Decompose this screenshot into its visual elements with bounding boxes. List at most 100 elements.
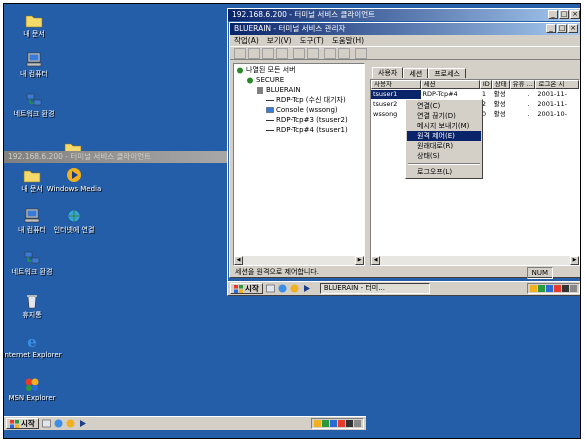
- col-logon[interactable]: 로그온 시: [535, 80, 579, 89]
- listview-hscrollbar[interactable]: ◀ ▶: [371, 256, 579, 265]
- server-icon: [257, 86, 263, 94]
- tray-icon[interactable]: [338, 420, 345, 427]
- scroll-left-button[interactable]: ◀: [234, 256, 243, 265]
- toolbar-button[interactable]: [338, 48, 350, 59]
- desktop-icon-my-documents[interactable]: 내 문서: [4, 12, 64, 38]
- toolbar-button[interactable]: [248, 48, 260, 59]
- scroll-right-button[interactable]: ▶: [570, 256, 579, 265]
- minimize-button[interactable]: _: [546, 24, 556, 33]
- start-button[interactable]: 시작: [6, 418, 39, 429]
- close-button[interactable]: ×: [570, 10, 580, 19]
- desktop-icon-msn-explorer[interactable]: MSN Explorer: [4, 376, 62, 402]
- tray-icon[interactable]: [570, 285, 577, 292]
- internet-explorer-icon[interactable]: [54, 419, 63, 428]
- desktop-icon-windows-media[interactable]: Windows Media: [44, 167, 104, 193]
- outlook-icon[interactable]: [290, 284, 299, 293]
- desktop-icon-recycle-bin[interactable]: 휴지통: [4, 293, 62, 319]
- tree-hscrollbar[interactable]: ◀ ▶: [234, 256, 364, 265]
- col-idle[interactable]: 유휴 ...: [509, 80, 536, 89]
- desktop-icon-connect-internet[interactable]: 인터넷에 연결: [44, 208, 104, 234]
- scroll-right-button[interactable]: ▶: [355, 256, 364, 265]
- tab-users[interactable]: 사용자: [372, 67, 404, 78]
- menu-tools[interactable]: 도구(T): [300, 35, 324, 46]
- menu-help[interactable]: 도움말(H): [332, 35, 364, 46]
- table-row[interactable]: tsuser1 RDP-Tcp#4 1 활성 . 2001-11-: [371, 90, 579, 99]
- start-button[interactable]: 시작: [230, 283, 263, 294]
- cell-state: 활성: [493, 110, 506, 118]
- menu-item-send-message[interactable]: 메시지 보내기(M): [407, 121, 481, 131]
- rdp-back-titlebar[interactable]: 192.168.6.200 - 터미널 서비스 클라이언트 _ □ ×: [228, 9, 580, 21]
- media-player-icon[interactable]: [78, 419, 87, 428]
- col-state[interactable]: 상태: [491, 80, 510, 89]
- menu-item-remote-control[interactable]: 원격 제어(E): [407, 131, 481, 141]
- msn-butterfly-icon: [25, 378, 39, 391]
- tree-node-bluerain[interactable]: BLUERAIN: [256, 85, 301, 95]
- maximize-button[interactable]: □: [557, 24, 567, 33]
- internet-explorer-icon: e: [27, 333, 37, 349]
- toolbar-button[interactable]: [307, 48, 319, 59]
- icon-label: 내 컴퓨터: [20, 70, 48, 78]
- internet-explorer-icon[interactable]: [278, 284, 287, 293]
- show-desktop-icon[interactable]: [42, 419, 51, 428]
- tsm-titlebar[interactable]: BLUERAIN - 터미널 서비스 관리자 _ □ ×: [230, 23, 580, 35]
- tree-node-rdp-listener[interactable]: RDP-Tcp (수신 대기자): [266, 95, 346, 105]
- tree-node-all-servers[interactable]: 나열된 모든 서버: [236, 65, 296, 75]
- toolbar-button[interactable]: [355, 48, 367, 59]
- menu-item-status[interactable]: 상태(S): [407, 151, 481, 161]
- connection-icon: [266, 99, 274, 101]
- outlook-icon[interactable]: [66, 419, 75, 428]
- close-button[interactable]: ×: [568, 24, 578, 33]
- tray-icon[interactable]: [314, 420, 321, 427]
- tab-sessions[interactable]: 세션: [403, 68, 429, 78]
- start-label: 시작: [21, 419, 35, 428]
- tray-icon[interactable]: [546, 285, 553, 292]
- tray-icon[interactable]: [554, 285, 561, 292]
- icon-label: 휴지통: [22, 311, 42, 319]
- taskbar-task-button[interactable]: BLUERAIN - 터미...: [319, 283, 430, 294]
- menu-item-disconnect[interactable]: 연결 끊기(D): [407, 111, 481, 121]
- tree-node-console[interactable]: Console (wssong): [266, 105, 338, 115]
- col-id[interactable]: ID: [479, 80, 492, 89]
- menu-action[interactable]: 작업(A): [234, 35, 259, 46]
- tray-icon[interactable]: [530, 285, 537, 292]
- menu-item-connect[interactable]: 연결(C): [407, 101, 481, 111]
- desktop-icon-network[interactable]: 네트워크 환경: [4, 92, 64, 118]
- system-tray: [311, 418, 364, 429]
- computer-icon: [26, 52, 42, 67]
- tray-icon[interactable]: [322, 420, 329, 427]
- tray-icon[interactable]: [562, 285, 569, 292]
- toolbar-button[interactable]: [262, 48, 274, 59]
- desktop-icon-internet-explorer[interactable]: e Internet Explorer: [4, 333, 62, 359]
- tree-node-rdp4[interactable]: RDP-Tcp#4 (tsuser1): [266, 125, 348, 135]
- menu-view[interactable]: 보기(V): [267, 35, 292, 46]
- desktop-icon-network-2[interactable]: 네트워크 환경: [4, 250, 62, 276]
- toolbar-button[interactable]: [276, 48, 288, 59]
- windows-logo-icon: [10, 419, 19, 428]
- toolbar-button[interactable]: [234, 48, 246, 59]
- tray-icon[interactable]: [330, 420, 337, 427]
- cell-logon: 2001-11-: [537, 90, 567, 98]
- menu-item-logoff[interactable]: 로그오프(L): [407, 167, 481, 177]
- scroll-left-button[interactable]: ◀: [371, 256, 380, 265]
- tray-icon[interactable]: [538, 285, 545, 292]
- minimize-button[interactable]: _: [548, 10, 558, 19]
- globe-icon: [237, 67, 243, 73]
- toolbar-button[interactable]: [324, 48, 336, 59]
- media-player-icon[interactable]: [302, 284, 311, 293]
- icon-label: MSN Explorer: [8, 394, 56, 402]
- console-icon: [266, 106, 274, 113]
- tray-icon[interactable]: [354, 420, 361, 427]
- maximize-button[interactable]: □: [559, 10, 569, 19]
- menu-item-reset[interactable]: 원래대로(R): [407, 141, 481, 151]
- desktop-icon-my-computer[interactable]: 내 컴퓨터: [4, 52, 64, 78]
- show-desktop-icon[interactable]: [266, 284, 275, 293]
- menu-separator: [408, 163, 480, 165]
- toolbar-button[interactable]: [293, 48, 305, 59]
- tree-node-rdp3[interactable]: RDP-Tcp#3 (tsuser2): [266, 115, 348, 125]
- tab-processes[interactable]: 프로세스: [428, 68, 466, 78]
- col-user[interactable]: 사용자: [371, 80, 421, 89]
- col-session[interactable]: 세션: [420, 80, 480, 89]
- tray-icon[interactable]: [346, 420, 353, 427]
- tree-node-secure[interactable]: SECURE: [246, 75, 284, 85]
- start-label: 시작: [245, 284, 259, 293]
